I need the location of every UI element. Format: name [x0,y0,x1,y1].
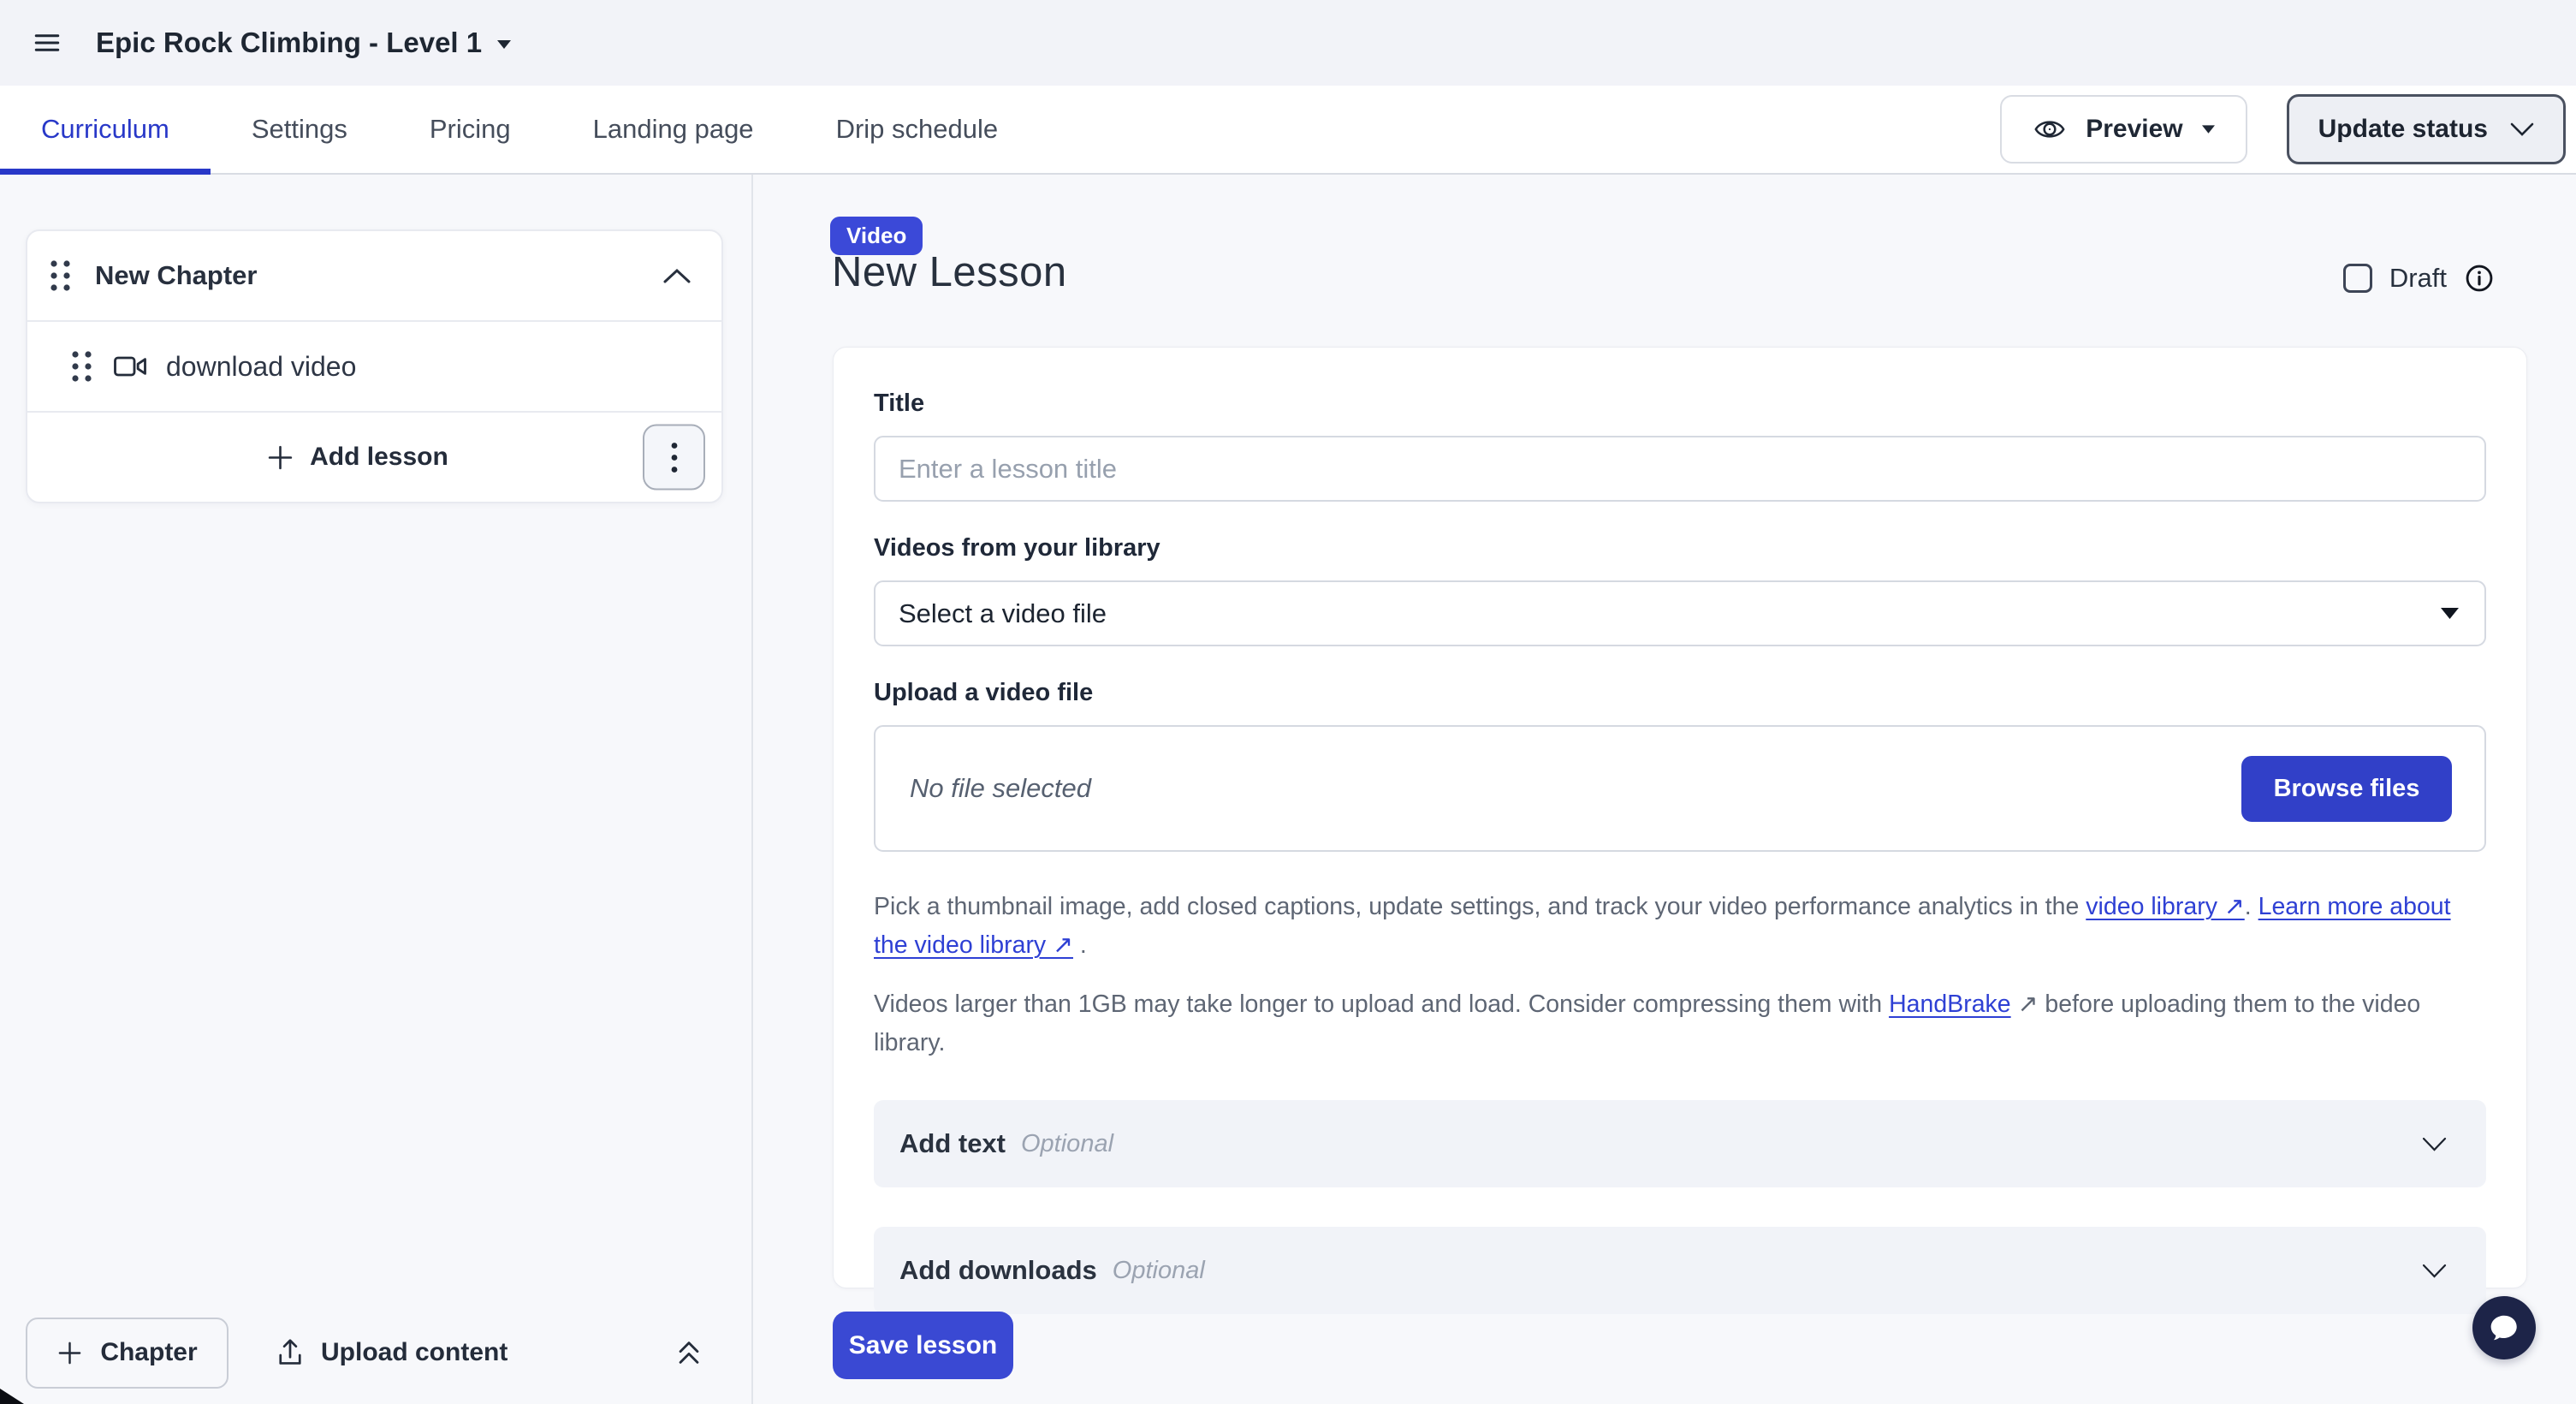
upload-content-button[interactable]: Upload content [275,1336,507,1369]
chevron-down-icon [2422,1137,2447,1151]
tab-curriculum[interactable]: Curriculum [0,86,211,173]
course-title: Epic Rock Climbing - Level 1 [96,27,482,59]
no-file-text: No file selected [910,773,1091,804]
chapter-header-row[interactable]: New Chapter [27,231,721,320]
optional-label: Optional [1113,1257,1205,1285]
chat-icon [2488,1312,2520,1344]
add-lesson-row: Add lesson [27,411,721,502]
chat-widget-button[interactable] [2472,1296,2536,1359]
drag-handle-icon[interactable] [50,259,71,292]
chevron-up-icon[interactable] [663,268,691,283]
caret-down-icon [2441,608,2459,619]
lesson-item[interactable]: download video [27,320,721,411]
update-status-button[interactable]: Update status [2287,94,2566,164]
kebab-icon [670,440,679,474]
preview-button[interactable]: Preview [2000,95,2247,164]
selected-value: Select a video file [899,598,1107,629]
plus-icon [266,443,294,472]
browse-files-button[interactable]: Browse files [2241,756,2452,822]
draft-toggle-row: Draft [2343,263,2495,294]
course-switcher[interactable]: Epic Rock Climbing - Level 1 [96,27,511,59]
lesson-form-card: Title Videos from your library Select a … [833,347,2527,1288]
tab-bar-actions: Preview Update status [2000,86,2576,173]
compression-help-text: Videos larger than 1GB may take longer t… [874,985,2486,1062]
draft-label: Draft [2389,263,2447,294]
chapter-title: New Chapter [95,260,257,291]
sidebar-footer: Chapter Upload content [0,1306,750,1404]
chapter-menu-button[interactable] [643,425,705,491]
save-lesson-button[interactable]: Save lesson [833,1312,1013,1379]
collapse-all-button[interactable] [674,1336,703,1370]
add-text-label: Add text [899,1128,1006,1159]
library-label: Videos from your library [874,534,2486,562]
add-chapter-button[interactable]: Chapter [26,1318,229,1389]
video-library-link[interactable]: video library ↗ [2086,893,2244,920]
tab-bar: Curriculum Settings Pricing Landing page… [0,86,2576,175]
chapter-card: New Chapter download video [26,229,723,503]
tab-drip-schedule[interactable]: Drip schedule [795,86,1040,173]
lesson-title-input[interactable] [874,436,2486,502]
upload-icon [275,1336,306,1369]
add-text-section[interactable]: Add text Optional [874,1100,2486,1187]
add-lesson-button[interactable]: Add lesson [266,443,448,472]
info-icon[interactable] [2464,263,2495,294]
file-dropzone[interactable]: No file selected Browse files [874,725,2486,852]
lesson-editor: Video New Lesson Draft Title Videos from… [753,175,2576,1404]
chevron-down-icon [2422,1264,2447,1278]
draft-checkbox[interactable] [2343,264,2372,293]
drag-handle-icon[interactable] [71,350,92,383]
video-library-select[interactable]: Select a video file [874,580,2486,646]
caret-down-icon [497,40,511,49]
page-title: New Lesson [832,248,1067,296]
upload-label: Upload a video file [874,679,2486,707]
tab-settings[interactable]: Settings [211,86,389,173]
video-camera-icon [113,353,147,380]
tab-pricing[interactable]: Pricing [389,86,552,173]
add-downloads-label: Add downloads [899,1255,1097,1286]
eye-icon [2033,112,2067,146]
caret-down-icon [2202,125,2215,134]
tab-landing-page[interactable]: Landing page [552,86,795,173]
hamburger-menu-icon[interactable] [33,28,62,57]
lesson-title: download video [166,351,356,383]
optional-label: Optional [1021,1130,1113,1158]
handbrake-link[interactable]: HandBrake [1889,991,2011,1018]
add-downloads-section[interactable]: Add downloads Optional [874,1227,2486,1314]
plus-icon [56,1340,83,1366]
curriculum-sidebar: New Chapter download video [0,175,753,1404]
chevron-double-up-icon [674,1336,703,1370]
video-library-help-text: Pick a thumbnail image, add closed capti… [874,888,2486,965]
chevron-down-icon [2510,122,2534,137]
title-label: Title [874,390,2486,418]
top-bar: Epic Rock Climbing - Level 1 [0,0,2576,86]
